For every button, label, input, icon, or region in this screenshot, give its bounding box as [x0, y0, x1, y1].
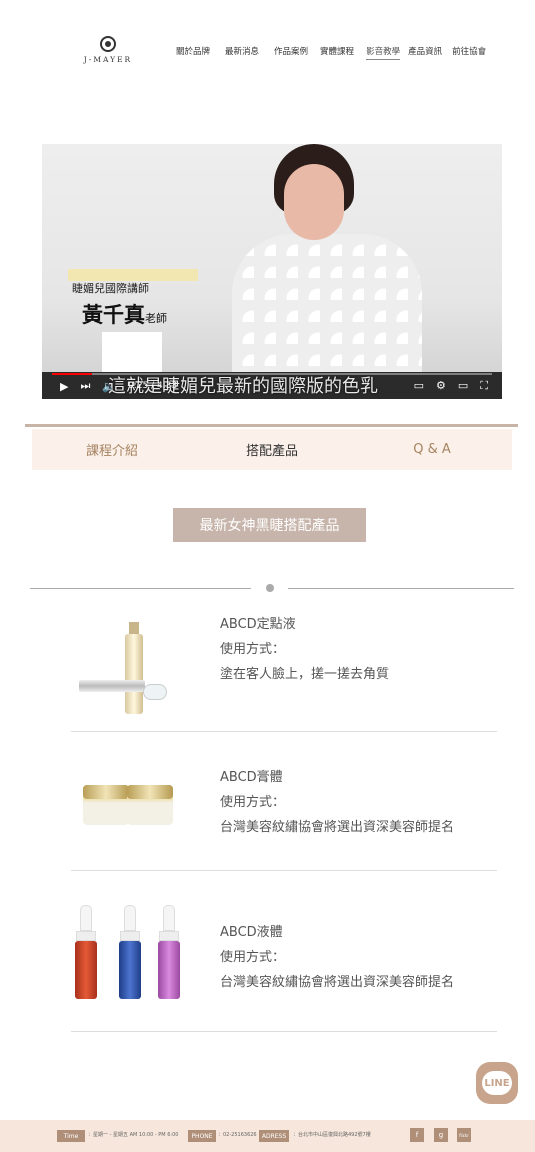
facebook-icon[interactable]: f — [410, 1128, 424, 1142]
google-plus-icon[interactable]: g — [434, 1128, 448, 1142]
footer-time-tag: Time — [57, 1130, 85, 1142]
nav-item-courses[interactable]: 實體課程 — [320, 45, 354, 60]
product-item: ABCD膏體 使用方式： 台灣美容紋繡協會將選出資深美容師提名 — [71, 733, 497, 871]
tab-qa[interactable]: Q & A — [352, 442, 512, 457]
nav-item-brand[interactable]: 關於品牌 — [176, 45, 210, 60]
tab-matching-products[interactable]: 搭配產品 — [192, 440, 352, 459]
product-usage: 台灣美容紋繡協會將選出資深美容師提名 — [220, 820, 455, 835]
nav-item-portfolio[interactable]: 作品案例 — [274, 45, 308, 60]
section-title-badge: 最新女神黑睫搭配產品 — [173, 508, 366, 542]
section-divider-dot — [266, 584, 274, 592]
next-icon[interactable]: ⏭ — [80, 379, 90, 393]
product-usage: 台灣美容紋繡協會將選出資深美容師提名 — [220, 975, 455, 990]
product-image-vials — [71, 905, 181, 1005]
video-overlay-title: 睫媚兒國際講師 — [72, 282, 149, 295]
flickr-icon[interactable]: flickr — [457, 1128, 471, 1142]
product-info: ABCD定點液 使用方式： 塗在客人臉上，搓一搓去角質 — [220, 612, 389, 687]
captions-icon[interactable]: ▭ — [414, 379, 424, 393]
product-item: ABCD定點液 使用方式： 塗在客人臉上，搓一搓去角質 — [71, 594, 497, 732]
product-usage: 塗在客人臉上，搓一搓去角質 — [220, 667, 390, 682]
nav-item-association[interactable]: 前往協會 — [452, 45, 486, 60]
nav-item-products[interactable]: 產品資訊 — [408, 45, 442, 60]
video-time: 0:25 / 4:33 — [128, 381, 178, 391]
play-icon[interactable]: ▶ — [60, 380, 68, 393]
product-name: ABCD定點液 — [220, 617, 296, 632]
footer-phone-text: ：02-25163626 — [218, 1132, 257, 1138]
video-overlay-name: 黃千真老師 — [82, 303, 167, 327]
product-image-spray-bottle — [71, 622, 181, 722]
page: J-MAYER 關於品牌 最新消息 作品案例 實體課程 影音教學 產品資訊 前往… — [0, 0, 535, 1152]
footer-time-text: ：星期一 - 星期五 AM 10:00 - PM 6:00 — [88, 1132, 179, 1138]
logo-emblem-icon — [100, 36, 116, 52]
section-divider-right — [288, 588, 514, 589]
volume-icon[interactable]: 🔈 — [102, 380, 116, 393]
nav-item-news[interactable]: 最新消息 — [225, 45, 259, 60]
theater-mode-icon[interactable]: ▭ — [458, 379, 468, 393]
product-name: ABCD液體 — [220, 925, 283, 940]
nav-item-video-tutorials[interactable]: 影音教學 — [366, 45, 401, 60]
product-item: ABCD液體 使用方式： 台灣美容紋繡協會將選出資深美容師提名 — [71, 871, 497, 1032]
section-divider-left — [30, 588, 251, 589]
line-icon: LINE — [482, 1071, 512, 1095]
tab-divider — [25, 424, 518, 427]
product-info: ABCD液體 使用方式： 台灣美容紋繡協會將選出資深美容師提名 — [220, 920, 454, 995]
video-player[interactable]: 睫媚兒國際講師 黃千真老師 這就是睫媚兒最新的國際版的色乳 ▶ ⏭ 🔈 0:25… — [42, 144, 502, 399]
footer-phone-tag: PHONE — [188, 1130, 216, 1142]
video-brand-box — [102, 332, 162, 372]
main-nav: 關於品牌 最新消息 作品案例 實體課程 影音教學 產品資訊 前往協會 — [176, 45, 486, 60]
product-name: ABCD膏體 — [220, 770, 283, 785]
product-image-jars — [71, 771, 181, 871]
logo-text: J-MAYER — [83, 55, 133, 64]
fullscreen-icon[interactable]: ⛶ — [480, 379, 488, 393]
brand-logo[interactable]: J-MAYER — [72, 36, 144, 64]
video-presenter — [232, 144, 432, 374]
line-chat-button[interactable]: LINE — [476, 1062, 518, 1104]
footer: Time ：星期一 - 星期五 AM 10:00 - PM 6:00 PHONE… — [0, 1120, 535, 1152]
settings-gear-icon[interactable]: ⚙ — [436, 379, 446, 393]
footer-address-tag: ADRESS — [259, 1130, 289, 1142]
product-info: ABCD膏體 使用方式： 台灣美容紋繡協會將選出資深美容師提名 — [220, 765, 454, 840]
product-usage-label: 使用方式： — [220, 795, 286, 810]
course-tabs: 課程介紹 搭配產品 Q & A — [32, 429, 512, 470]
footer-address-text: ：台北市中山區復興北路492號7樓 — [293, 1132, 371, 1138]
product-usage-label: 使用方式： — [220, 950, 286, 965]
product-usage-label: 使用方式： — [220, 642, 286, 657]
tab-course-intro[interactable]: 課程介紹 — [32, 440, 192, 459]
